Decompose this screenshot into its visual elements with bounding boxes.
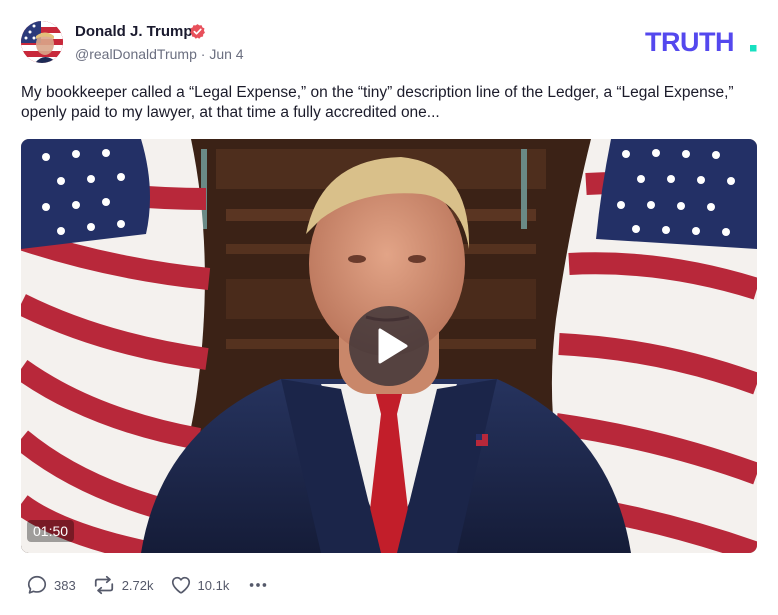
handle-line: @realDonaldTrump · Jun 4 [75, 46, 244, 62]
reply-bubble-icon [27, 575, 47, 594]
post-text: My bookkeeper called a “Legal Expense,” … [21, 84, 734, 121]
more-options-button[interactable] [247, 574, 269, 596]
like-button[interactable]: 10.1k [170, 574, 230, 596]
retruth-count: 2.72k [121, 577, 154, 593]
retruth-icon [94, 575, 113, 595]
avatar-image [21, 21, 63, 63]
truth-post: Donald J. Trump @realDonaldTrump · Jun 4… [0, 0, 778, 615]
play-button[interactable] [349, 306, 429, 386]
reply-button[interactable]: 383 [26, 574, 76, 596]
post-actions: 383 2.72k 10.1k [26, 572, 269, 598]
like-count: 10.1k [197, 577, 230, 593]
more-dots-icon [250, 583, 267, 587]
reply-count: 383 [54, 577, 76, 593]
play-icon [378, 328, 408, 364]
heart-icon [171, 576, 190, 594]
truth-logo[interactable]: TRUTH [645, 28, 759, 56]
avatar[interactable] [21, 21, 63, 63]
separator: · [200, 46, 206, 62]
handle[interactable]: @realDonaldTrump [75, 46, 197, 62]
truth-logo-dot [750, 45, 757, 52]
display-name[interactable]: Donald J. Trump [75, 23, 193, 40]
truth-logo-text: TRUTH [645, 28, 734, 56]
post-date[interactable]: Jun 4 [209, 46, 243, 62]
video-player[interactable]: 01:50 [21, 139, 757, 553]
retruth-button[interactable]: 2.72k [92, 574, 154, 596]
verified-badge-icon [190, 24, 205, 39]
video-duration: 01:50 [27, 520, 75, 542]
